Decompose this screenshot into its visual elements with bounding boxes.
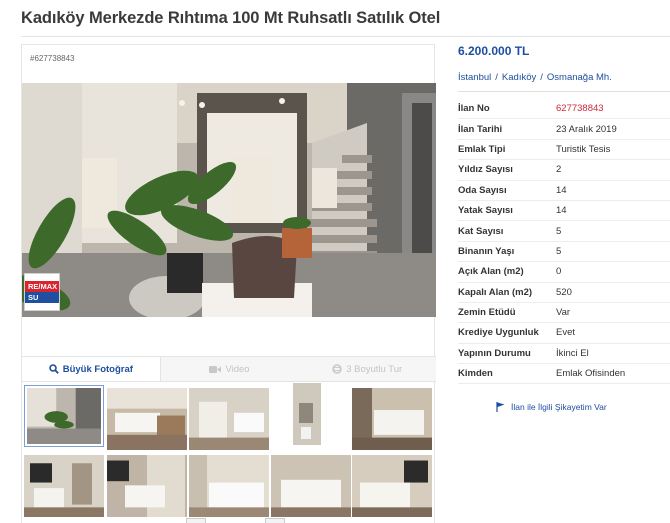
attribute-row: Kimden Emlak Ofisinden [458, 364, 670, 385]
thumbnail[interactable] [352, 455, 432, 517]
attribute-row: Yapının Durumu İkinci El [458, 344, 670, 365]
attribute-value: 2 [556, 164, 562, 176]
attribute-label: Yapının Durumu [458, 347, 531, 359]
thumbnail[interactable] [107, 455, 187, 517]
attribute-label: Binanın Yaşı [458, 245, 515, 257]
attribute-row: Kapalı Alan (m2) 520 [458, 283, 670, 303]
attribute-value: 520 [556, 286, 572, 298]
tab-video[interactable]: Video [161, 357, 299, 381]
location-city-link[interactable]: İstanbul [458, 72, 491, 83]
attribute-value: 14 [556, 205, 567, 217]
attribute-value: Evet [556, 327, 576, 339]
attribute-label: İlan No [458, 103, 490, 115]
location-neighborhood-link[interactable]: Osmanağa Mh. [547, 72, 612, 83]
thumbnail[interactable] [271, 455, 351, 517]
attribute-row: Yatak Sayısı 14 [458, 201, 670, 222]
location-separator: / [495, 72, 498, 83]
attribute-value: Turistik Tesis [556, 143, 611, 155]
flag-icon [496, 402, 505, 412]
title-divider [21, 36, 670, 37]
agency-logo-line2: SU [25, 292, 59, 303]
agency-logo-line1: RE/MAX [25, 281, 59, 292]
attribute-label: Kimden [458, 368, 493, 380]
attribute-row: Zemin Etüdü Var [458, 303, 670, 324]
thumbnail[interactable] [24, 385, 104, 447]
attribute-value: 14 [556, 184, 567, 196]
attribute-value: 627738843 [556, 103, 604, 115]
listing-title: Kadıköy Merkezde Rıhtıma 100 Mt Ruhsatlı… [21, 9, 441, 27]
attribute-row: Kat Sayısı 5 [458, 221, 670, 242]
attribute-row: Emlak Tipi Turistik Tesis [458, 140, 670, 161]
attribute-row: İlan No 627738843 [458, 99, 670, 120]
attribute-label: Emlak Tipi [458, 143, 506, 155]
attribute-label: Krediye Uygunluk [458, 327, 539, 339]
listing-number-small: #627738843 [30, 54, 75, 63]
agency-logo: RE/MAX SU [24, 273, 60, 311]
attribute-value: 5 [556, 245, 562, 257]
thumbnail[interactable] [287, 383, 327, 445]
media-panel: #627738843 RE/MAX SU Büyük Fotoğraf Vide… [21, 44, 436, 523]
price: 6.200.000 TL [458, 44, 530, 58]
thumbnail[interactable] [352, 388, 432, 450]
attribute-row: Krediye Uygunluk Evet [458, 323, 670, 344]
thumbnail[interactable] [189, 388, 269, 450]
attribute-value: 23 Aralık 2019 [556, 123, 617, 135]
attribute-label: Kat Sayısı [458, 225, 504, 237]
main-photo[interactable] [22, 83, 436, 317]
thumbnail-next-button[interactable] [265, 518, 285, 523]
attribute-label: Yıldız Sayısı [458, 164, 513, 176]
tour-3d-icon [332, 364, 342, 374]
tab-3d-tour-label: 3 Boyutlu Tur [346, 363, 403, 375]
report-listing-label: İlan ile İlgili Şikayetim Var [511, 402, 607, 412]
attribute-table: İlan No 627738843 İlan Tarihi 23 Aralık 20… [458, 99, 670, 385]
thumbnail[interactable] [24, 455, 104, 517]
tab-large-photo-label: Büyük Fotoğraf [62, 363, 133, 375]
attribute-row: Oda Sayısı 14 [458, 181, 670, 201]
attribute-label: Oda Sayısı [458, 184, 507, 196]
attribute-row: Yıldız Sayısı 2 [458, 160, 670, 181]
attribute-row: Binanın Yaşı 5 [458, 242, 670, 263]
attribute-row: Açık Alan (m2) 0 [458, 262, 670, 283]
attribute-label: Açık Alan (m2) [458, 266, 524, 278]
tab-video-label: Video [225, 363, 250, 375]
report-listing-link[interactable]: İlan ile İlgili Şikayetim Var [496, 402, 607, 412]
attribute-value: Emlak Ofisinden [556, 368, 626, 380]
attribute-value: İkinci El [556, 347, 589, 359]
thumbnail[interactable] [189, 455, 269, 517]
attribute-value: Var [556, 307, 571, 319]
attribute-label: Kapalı Alan (m2) [458, 286, 533, 298]
attribute-label: Zemin Etüdü [458, 307, 516, 319]
location-separator: / [540, 72, 543, 83]
thumbnail-prev-button[interactable] [186, 518, 206, 523]
tab-large-photo[interactable]: Büyük Fotoğraf [22, 357, 161, 381]
attribute-label: İlan Tarihi [458, 123, 503, 135]
thumbnail[interactable] [107, 388, 187, 450]
search-icon [48, 364, 59, 374]
video-camera-icon [209, 365, 222, 374]
media-tabs: Büyük Fotoğraf Video 3 Boyutlu Tur [22, 356, 436, 382]
location-divider [458, 91, 670, 92]
attribute-label: Yatak Sayısı [458, 205, 513, 217]
attribute-value: 0 [556, 266, 562, 278]
attribute-row: İlan Tarihi 23 Aralık 2019 [458, 119, 670, 140]
location-breadcrumb: İstanbul / Kadıköy / Osmanağa Mh. [458, 72, 612, 83]
attribute-value: 5 [556, 225, 562, 237]
tab-3d-tour[interactable]: 3 Boyutlu Tur [298, 357, 436, 381]
location-district-link[interactable]: Kadıköy [502, 72, 536, 83]
